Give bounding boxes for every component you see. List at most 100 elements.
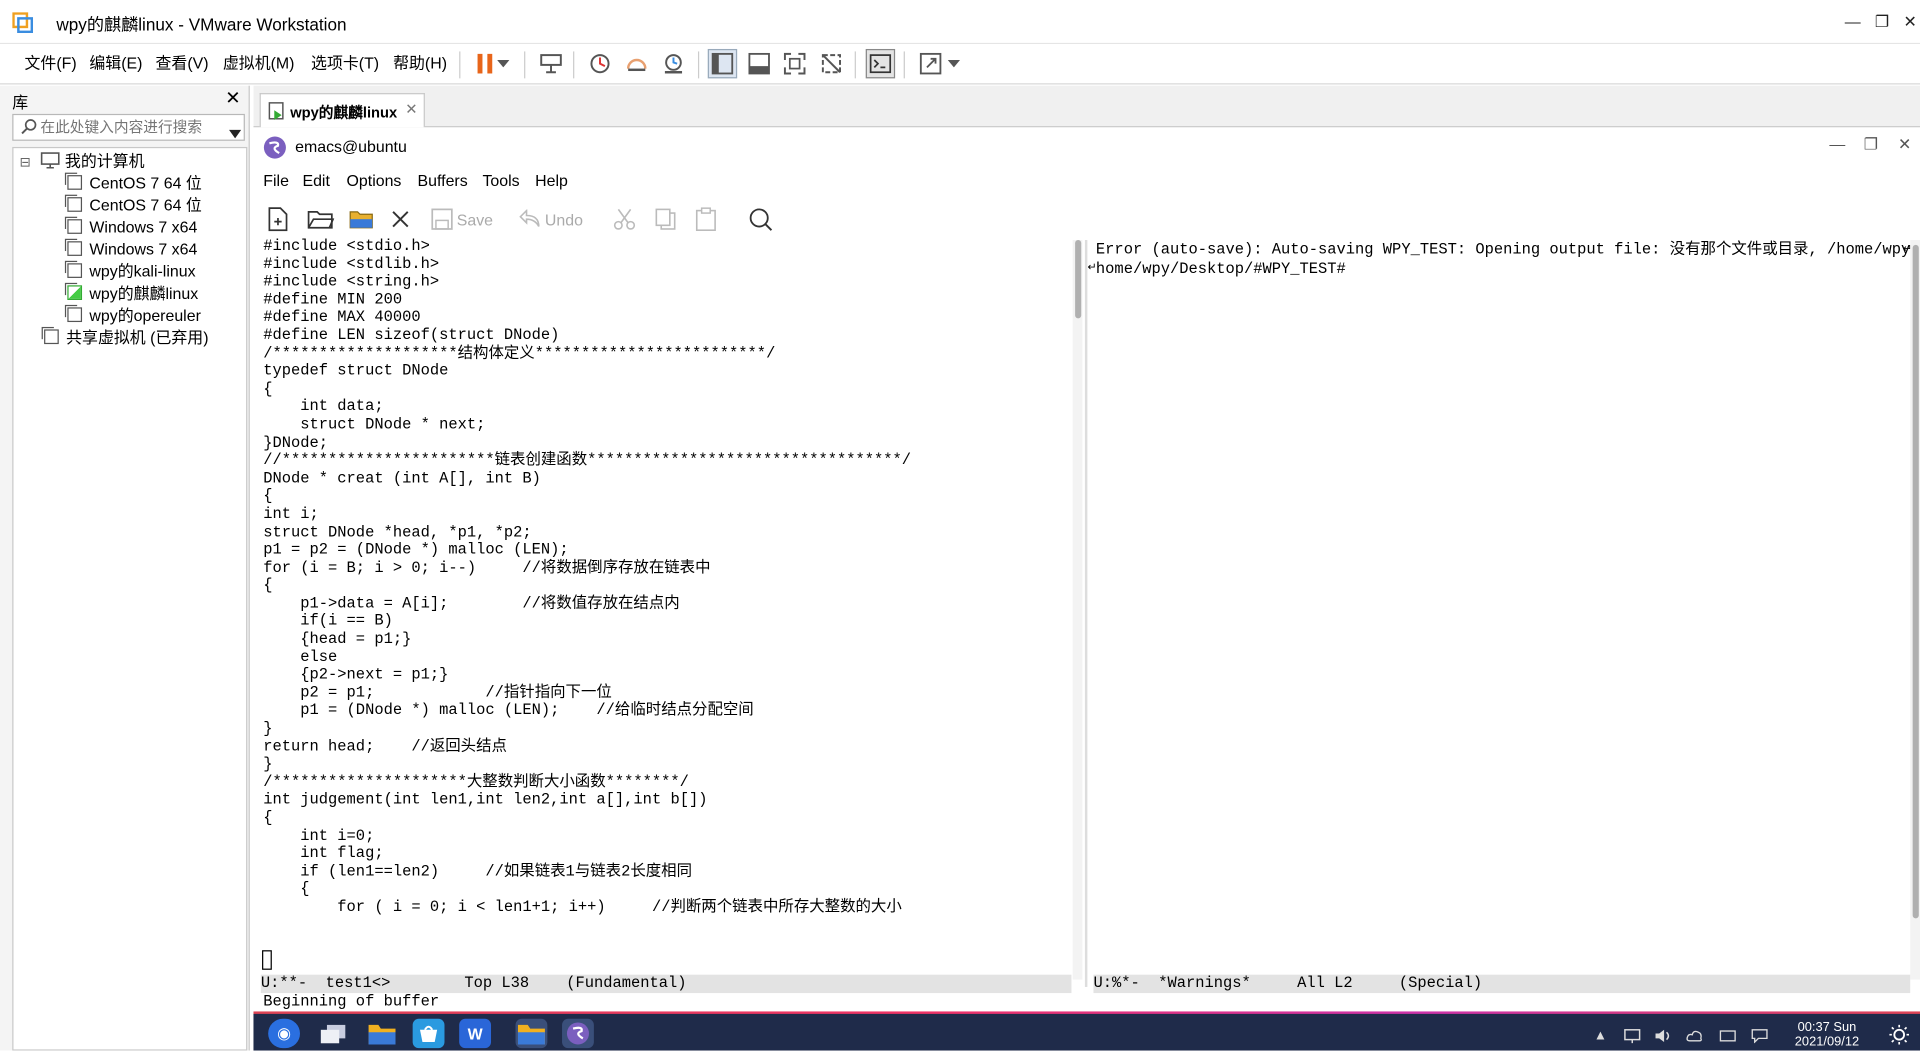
snapshot-icon[interactable] [585, 49, 614, 78]
emacs-minimize-button[interactable]: — [1829, 135, 1845, 153]
emacs-taskbar-icon[interactable] [562, 1018, 594, 1049]
send-ctrl-alt-del-icon[interactable] [536, 49, 565, 78]
emacs-menu-tools[interactable]: Tools [482, 171, 519, 189]
file-manager-icon[interactable] [366, 1019, 398, 1048]
left-scrollbar[interactable] [1072, 240, 1083, 980]
vm-icon [67, 241, 83, 256]
tree-item-shared-vms[interactable]: 共享虚拟机 (已弃用) [44, 327, 209, 349]
undo-button[interactable]: Undo [519, 207, 583, 231]
minimize-button[interactable]: — [1842, 11, 1864, 33]
code-line: struct DNode * next; [263, 416, 486, 434]
multitask-view-icon[interactable] [317, 1019, 349, 1048]
menu-edit[interactable]: 编辑(E) [87, 49, 145, 78]
pane-divider[interactable] [1084, 240, 1088, 987]
emacs-close-button[interactable]: ✕ [1898, 135, 1911, 155]
weather-icon[interactable] [1686, 1029, 1703, 1044]
volume-icon[interactable] [1654, 1029, 1671, 1044]
dired-icon[interactable] [349, 207, 373, 231]
snapshot-manager-icon[interactable] [659, 49, 688, 78]
save-button[interactable]: Save [431, 207, 493, 231]
menu-view[interactable]: 查看(V) [153, 49, 211, 78]
taskbar-clock[interactable]: 00:37 Sun 2021/09/12 [1778, 1020, 1876, 1049]
emacs-menu-options[interactable]: Options [347, 171, 402, 189]
menu-vm[interactable]: 虚拟机(M) [220, 49, 297, 78]
code-line: p1 = (DNode *) malloc (LEN); //给临时结点分配空间 [263, 702, 754, 720]
vm-icon [67, 219, 83, 234]
clock-date: 2021/09/12 [1794, 1034, 1860, 1050]
tab-wpy-kylin-linux[interactable]: wpy的麒麟linux ✕ [259, 93, 425, 128]
code-line: {p2->next = p1;} [263, 666, 449, 684]
emacs-menu-buffers[interactable]: Buffers [418, 171, 468, 189]
file-manager-active-icon[interactable] [515, 1018, 548, 1049]
writer-app-icon[interactable]: W [459, 1018, 492, 1049]
chevron-down-icon[interactable] [228, 122, 242, 143]
input-method-icon[interactable] [1719, 1029, 1736, 1044]
echo-area: Beginning of buffer [263, 993, 440, 1011]
tree-item-vm[interactable]: Windows 7 x64 [67, 217, 197, 239]
modeline-left: U:**- test1<> Top L38 (Fundamental) [260, 974, 1072, 994]
left-scrollbar-thumb[interactable] [1075, 240, 1082, 319]
tree-item-vm[interactable]: Windows 7 x64 [67, 239, 197, 261]
emacs-menu-help[interactable]: Help [535, 171, 568, 189]
tab-close-button[interactable]: ✕ [405, 100, 417, 117]
menu-tabs[interactable]: 选项卡(T) [309, 49, 382, 78]
close-button[interactable]: ✕ [1899, 11, 1920, 33]
tree-item-my-computer[interactable]: 我的计算机 [40, 151, 145, 173]
warning-line: Error (auto-save): Auto-saving WPY_TEST:… [1095, 241, 1920, 259]
copy-icon[interactable] [654, 207, 678, 231]
right-scrollbar-thumb[interactable] [1912, 244, 1919, 919]
tree-item-label: wpy的kali-linux [89, 262, 196, 281]
chevron-down-icon[interactable] [945, 49, 962, 78]
close-buffer-icon[interactable] [391, 207, 411, 231]
night-mode-icon[interactable] [1888, 1024, 1910, 1046]
unity-icon[interactable] [817, 49, 846, 78]
tab-strip [253, 85, 1920, 128]
code-line: #include <string.h> [263, 273, 440, 291]
revert-snapshot-icon[interactable] [622, 49, 651, 78]
fullscreen-icon[interactable] [780, 49, 809, 78]
cut-icon[interactable] [612, 207, 636, 231]
start-menu-icon[interactable]: ◉ [268, 1018, 301, 1049]
emacs-menu-edit[interactable]: Edit [302, 171, 329, 189]
thumbnail-view-icon[interactable] [744, 49, 773, 78]
emacs-menu-file[interactable]: File [263, 171, 289, 189]
menu-help[interactable]: 帮助(H) [391, 49, 450, 78]
tray-expand-icon[interactable]: ▲ [1592, 1029, 1609, 1044]
chevron-down-icon[interactable] [495, 49, 512, 78]
library-view-icon[interactable] [707, 48, 738, 79]
stretch-guest-icon[interactable] [916, 49, 945, 78]
code-line: #include <stdio.h> [263, 237, 430, 255]
restore-button[interactable]: ❐ [1871, 11, 1893, 33]
library-search-input[interactable] [40, 115, 222, 140]
open-folder-icon[interactable] [307, 207, 335, 231]
code-line: } [263, 755, 273, 773]
code-editor-pane[interactable]: #include <stdio.h> #include <stdlib.h> #in… [263, 238, 1059, 973]
tree-item-vm[interactable]: CentOS 7 64 位 [67, 195, 202, 217]
warnings-pane[interactable]: Error (auto-save): Auto-saving WPY_TEST:… [1095, 241, 1920, 279]
code-line: if (len1==len2) //如果链表1与链表2长度相同 [263, 863, 693, 881]
search-icon[interactable] [748, 207, 773, 231]
library-close-button[interactable]: ✕ [225, 87, 240, 109]
tree-item-label: 共享虚拟机 (已弃用) [66, 328, 209, 347]
clock-time: 00:37 Sun [1797, 1020, 1857, 1035]
tree-item-vm-running[interactable]: wpy的麒麟linux [67, 283, 198, 305]
code-line: p1->data = A[i]; //将数值存放在结点内 [263, 594, 680, 613]
tree-item-label: Windows 7 x64 [89, 240, 198, 259]
tree-item-vm[interactable]: CentOS 7 64 位 [67, 173, 202, 195]
code-line: /********************结构体定义**************… [263, 344, 776, 362]
software-store-icon[interactable] [412, 1018, 445, 1049]
tree-item-vm[interactable]: wpy的opereuler [67, 305, 201, 327]
code-line: { [263, 880, 310, 899]
network-icon[interactable] [1624, 1029, 1641, 1044]
menu-file[interactable]: 文件(F) [22, 49, 79, 78]
new-file-icon[interactable] [266, 207, 290, 232]
tree-item-vm[interactable]: wpy的kali-linux [67, 261, 196, 283]
modeline-right: U:%*- *Warnings* All L2 (Special) [1093, 974, 1911, 994]
tree-toggle-icon[interactable]: ⊟ [20, 152, 31, 174]
paste-icon[interactable] [694, 207, 718, 232]
console-view-icon[interactable] [865, 48, 896, 79]
emacs-title: emacs@ubuntu [295, 137, 407, 156]
emacs-restore-button[interactable]: ❐ [1864, 135, 1878, 155]
code-line: p2 = p1; //指针指向下一位 [263, 684, 612, 702]
notification-icon[interactable] [1751, 1029, 1768, 1044]
